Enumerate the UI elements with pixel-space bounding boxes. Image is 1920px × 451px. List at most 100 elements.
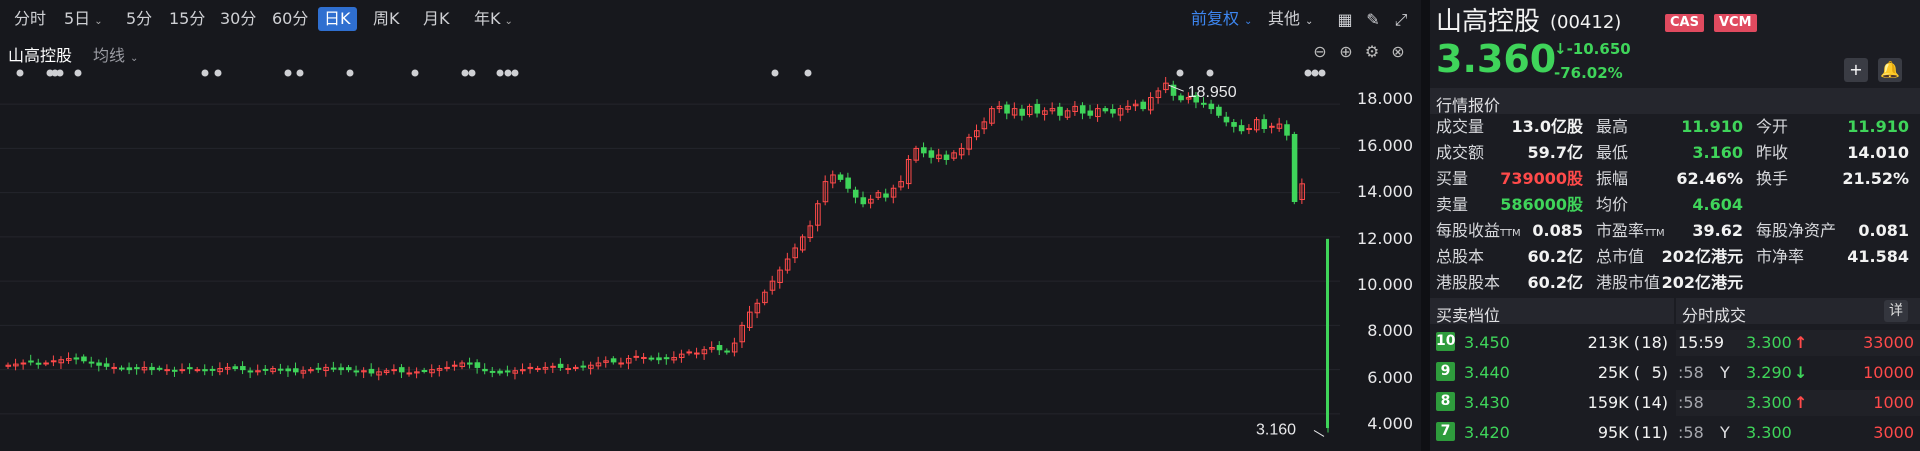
other-dropdown[interactable]: 其他 ⌄	[1268, 7, 1313, 31]
y-tick-label: 16.000	[1357, 136, 1413, 155]
trade-volume: 1000	[1873, 393, 1914, 412]
period-tab-year-k[interactable]: 年K ⌄	[468, 7, 519, 31]
candle-body	[535, 368, 541, 371]
candle-body	[406, 372, 413, 375]
stat-label: 换手	[1756, 169, 1789, 188]
candle-body	[656, 357, 662, 361]
trade-flag: Y	[1720, 423, 1730, 442]
stat-value: 39.62	[1692, 221, 1743, 240]
ma-dropdown[interactable]: 均线 ⌄	[93, 42, 138, 66]
trade-volume: 33000	[1863, 333, 1914, 352]
alert-bell-button[interactable]: 🔔	[1878, 58, 1902, 82]
period-tab-5day[interactable]: 5日 ⌄	[58, 7, 109, 31]
draw-pen-icon[interactable]: ✎	[1362, 9, 1384, 31]
close-icon[interactable]: ⊗	[1387, 41, 1409, 63]
candle-body	[293, 368, 299, 373]
event-marker-dot	[56, 69, 64, 77]
event-marker-dot	[296, 69, 304, 77]
stat-label: 卖量	[1436, 195, 1469, 214]
period-label: 60分	[272, 9, 309, 28]
adjust-dropdown[interactable]: 前复权 ⌄	[1191, 7, 1252, 31]
event-marker-dot	[1311, 69, 1319, 77]
stat-label: 市盈率TTM	[1596, 221, 1665, 240]
period-tab-5min[interactable]: 5分	[120, 7, 158, 31]
period-tab-month-k[interactable]: 月K	[417, 7, 456, 31]
chart-panel: 分时 5日 ⌄ 5分 15分 30分 60分 日K 周K 月K 年K ⌄ 前复权 ⌄ …	[0, 0, 1421, 451]
stat-value: 21.52%	[1842, 169, 1909, 188]
indicator-bar: 山高控股 均线 ⌄ ⊖ ⊕ ⚙ ⊗	[0, 38, 1421, 66]
event-marker-dot	[201, 69, 209, 77]
stat-value: 14.010	[1847, 143, 1909, 162]
cas-badge: CAS	[1665, 14, 1704, 32]
orderbook-row[interactable]: 8 3.430 159K (14)	[1430, 390, 1674, 416]
trade-row: :58 Y 3.300 3000	[1676, 420, 1920, 446]
trade-time: :58	[1678, 393, 1704, 412]
stat-label: 振幅	[1596, 169, 1629, 188]
event-marker-dot	[74, 69, 82, 77]
candle-body	[28, 360, 34, 363]
panel-divider[interactable]	[1421, 0, 1430, 451]
add-indicator-icon[interactable]: ⊕	[1335, 41, 1357, 63]
candle-body	[837, 174, 844, 180]
candle-body	[618, 362, 624, 365]
candle-body	[504, 370, 511, 373]
candle-body	[928, 150, 935, 158]
candle-body	[398, 367, 405, 373]
y-tick-label: 4.000	[1367, 414, 1413, 433]
candle-body	[1102, 108, 1109, 112]
stat-value: 60.2亿	[1527, 247, 1583, 266]
orderbook-header: 买卖档位	[1430, 298, 1674, 325]
period-tab-day-k[interactable]: 日K	[318, 7, 357, 31]
candle-body	[610, 358, 617, 363]
trade-volume: 10000	[1863, 363, 1914, 382]
period-tab-15min[interactable]: 15分	[163, 7, 211, 31]
stat-value: 202亿港元	[1661, 247, 1743, 266]
event-marker-dot	[461, 69, 469, 77]
stat-label: 每股收益TTM	[1436, 221, 1521, 240]
stat-value: 41.584	[1847, 247, 1909, 266]
candle-body	[209, 368, 216, 371]
period-tab-timeshare[interactable]: 分时	[8, 7, 52, 31]
candle-body	[96, 362, 102, 366]
trade-flag: Y	[1720, 363, 1730, 382]
grid-layout-icon[interactable]: ▦	[1334, 9, 1356, 31]
candle-body	[391, 369, 397, 372]
candle-body	[527, 366, 534, 369]
event-marker-dot	[468, 69, 476, 77]
chevron-down-icon: ⌄	[130, 53, 139, 64]
stat-label: 成交量	[1436, 117, 1485, 136]
event-marker-dot	[346, 69, 354, 77]
level-badge: 9	[1436, 362, 1455, 381]
orderbook-row[interactable]: 10 3.450 213K (18)	[1430, 330, 1674, 356]
chevron-down-icon: ⌄	[504, 16, 513, 27]
stat-label: 总市值	[1596, 247, 1645, 266]
stat-value: 59.7亿	[1527, 143, 1583, 162]
period-tab-30min[interactable]: 30分	[214, 7, 262, 31]
stat-value: 0.085	[1532, 221, 1583, 240]
stat-value: 60.2亿	[1527, 273, 1583, 292]
candle-body	[1261, 119, 1268, 130]
period-label: 月K	[423, 9, 450, 28]
orderbook-row[interactable]: 9 3.440 25K (5)	[1430, 360, 1674, 386]
event-marker-dot	[771, 69, 779, 77]
bid-count: 5)	[1651, 363, 1668, 382]
period-tab-60min[interactable]: 60分	[266, 7, 314, 31]
bid-volume: 95K (	[1597, 423, 1640, 442]
orderbook-row[interactable]: 7 3.420 95K (11)	[1430, 420, 1674, 446]
event-marker-dot	[1304, 69, 1312, 77]
trade-row: :58 Y 3.290 ↓ 10000	[1676, 360, 1920, 386]
remove-indicator-icon[interactable]: ⊖	[1309, 41, 1331, 63]
level-badge: 8	[1436, 392, 1455, 411]
add-watchlist-button[interactable]: +	[1844, 58, 1868, 82]
bid-price: 3.420	[1464, 423, 1510, 442]
period-label: 5分	[126, 9, 153, 28]
low-pointer	[1313, 430, 1325, 437]
bid-volume: 213K (	[1587, 333, 1640, 352]
candle-body	[550, 365, 556, 368]
detail-button[interactable]: 详	[1884, 300, 1908, 322]
candle-body	[194, 369, 201, 372]
candlestick-chart[interactable]: 18.950 3.160	[0, 66, 1340, 451]
period-tab-week-k[interactable]: 周K	[367, 7, 406, 31]
settings-gear-icon[interactable]: ⚙	[1361, 41, 1383, 63]
fullscreen-icon[interactable]: ⤢	[1390, 9, 1412, 31]
